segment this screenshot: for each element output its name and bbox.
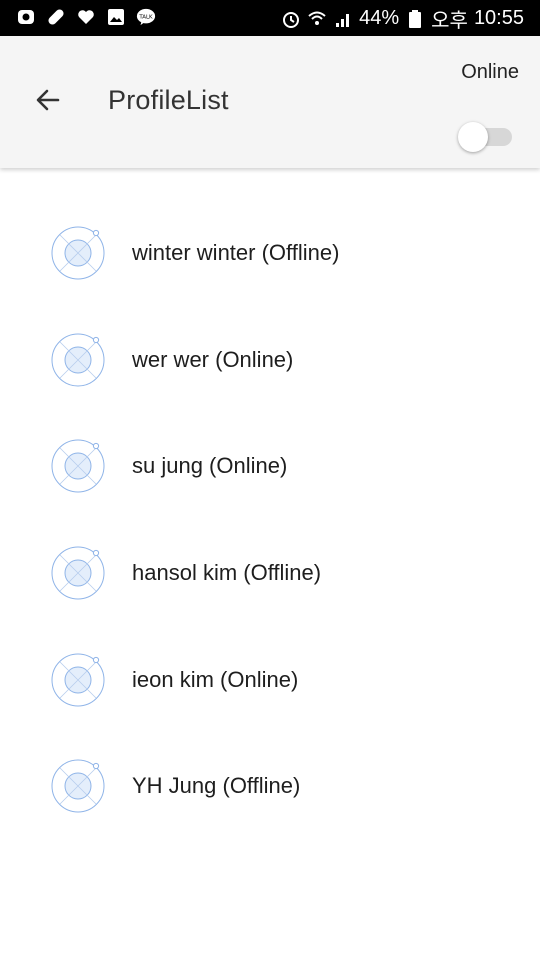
avatar-placeholder-icon (50, 758, 106, 814)
list-item[interactable]: winter winter (Offline) (0, 200, 540, 307)
page-title: ProfileList (108, 85, 229, 115)
app-bar: ProfileList Online (0, 36, 540, 168)
profile-name-status: YH Jung (Offline) (132, 773, 301, 799)
avatar-placeholder-icon (50, 225, 106, 281)
profile-name-status: su jung (Online) (132, 453, 288, 479)
online-toggle-label: Online (461, 61, 519, 83)
gallery-icon (106, 7, 126, 27)
profile-name-status: hansol kim (Offline) (132, 560, 322, 586)
avatar-placeholder-icon (50, 438, 106, 494)
battery-icon (405, 9, 425, 29)
avatar-placeholder-icon (50, 545, 106, 601)
signal-icon (333, 9, 353, 29)
profile-name-status: wer wer (Online) (132, 346, 294, 372)
avatar-placeholder-icon (50, 652, 106, 708)
svg-text:TALK: TALK (138, 14, 153, 20)
list-item[interactable]: hansol kim (Offline) (0, 520, 540, 627)
pill-icon (46, 7, 66, 27)
toggle-thumb (458, 122, 488, 152)
back-button[interactable] (28, 82, 68, 122)
list-item[interactable]: YH Jung (Offline) (0, 733, 540, 840)
system-status: 44% 오후 10:55 (281, 4, 524, 33)
arrow-back-icon (34, 86, 62, 119)
status-ampm: 오후 (431, 10, 468, 32)
profile-name-status: winter winter (Offline) (132, 240, 340, 266)
profile-name-status: ieon kim (Online) (132, 666, 299, 692)
battery-percent: 44% (359, 7, 400, 29)
status-bar: TALK 44% 오후 10:55 (0, 0, 540, 36)
wifi-icon (307, 9, 327, 29)
list-item[interactable]: wer wer (Online) (0, 307, 540, 414)
heart-icon (76, 7, 96, 27)
profile-list: winter winter (Offline) wer wer (Online)… (0, 200, 540, 840)
kakaotalk-icon: TALK (136, 7, 156, 27)
usim-icon (16, 7, 36, 27)
online-toggle[interactable] (458, 120, 514, 152)
notification-icons: TALK (16, 7, 156, 27)
list-item[interactable]: ieon kim (Online) (0, 626, 540, 733)
status-time: 10:55 (473, 7, 524, 29)
avatar-placeholder-icon (50, 332, 106, 388)
alarm-icon (281, 9, 301, 29)
list-item[interactable]: su jung (Online) (0, 413, 540, 520)
